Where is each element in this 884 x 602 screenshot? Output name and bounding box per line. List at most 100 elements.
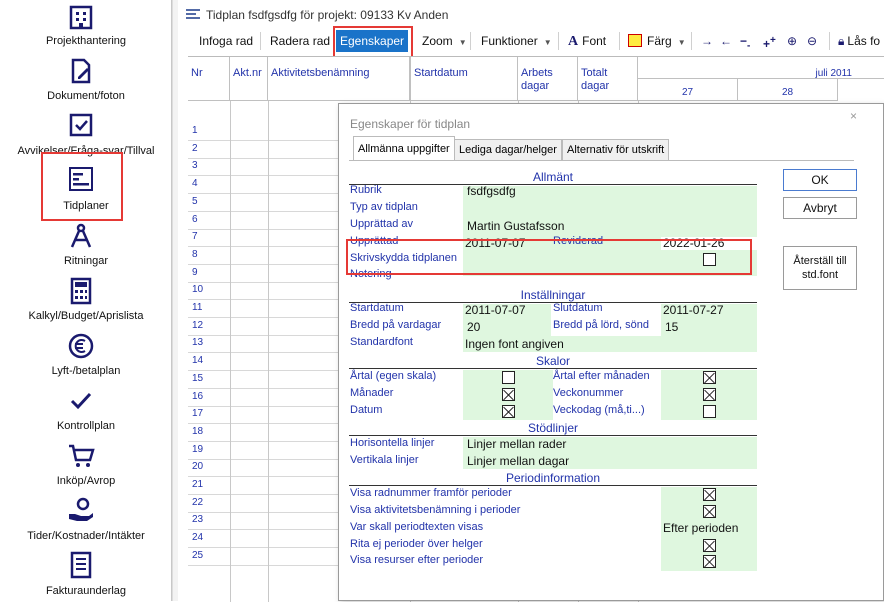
toolbar-separator bbox=[691, 32, 692, 50]
section-period-heading: Periodinformation bbox=[349, 470, 757, 486]
show-rownr-checkbox[interactable] bbox=[703, 488, 716, 501]
zoom-in-icon[interactable]: ⊕ bbox=[783, 30, 801, 52]
table-row[interactable]: 7 bbox=[188, 229, 338, 247]
end-date-field[interactable]: 2011-07-27 bbox=[663, 303, 724, 317]
close-icon[interactable]: × bbox=[850, 109, 857, 123]
text-position-label: Var skall periodtexten visas bbox=[350, 521, 484, 533]
delete-row-button[interactable]: Radera rad bbox=[266, 30, 334, 52]
document-edit-icon bbox=[71, 58, 91, 84]
weekday-checkbox[interactable] bbox=[703, 405, 716, 418]
table-row[interactable]: 11 bbox=[188, 300, 338, 318]
sidebar-scrollbar[interactable] bbox=[172, 0, 178, 601]
week-number-label: Veckonummer bbox=[553, 387, 624, 399]
year-scale-checkbox[interactable] bbox=[502, 371, 515, 384]
start-date-field[interactable]: 2011-07-07 bbox=[465, 303, 526, 317]
date-checkbox[interactable] bbox=[502, 405, 515, 418]
zoom-out-icon[interactable]: ⊖ bbox=[803, 30, 821, 52]
show-name-checkbox[interactable] bbox=[703, 505, 716, 518]
table-row[interactable]: 16 bbox=[188, 389, 338, 407]
table-row[interactable]: 13 bbox=[188, 335, 338, 353]
table-row[interactable]: 9 bbox=[188, 265, 338, 283]
sidebar: Projekthantering Dokument/foton Avvikels… bbox=[0, 0, 172, 601]
author-field[interactable]: Martin Gustafsson bbox=[467, 219, 564, 233]
created-field[interactable]: 2011-07-07 bbox=[465, 236, 526, 250]
year-after-label: Årtal efter månaden bbox=[553, 370, 650, 382]
vertical-lines-label: Vertikala linjer bbox=[350, 454, 419, 466]
table-row[interactable]: 8 bbox=[188, 247, 338, 265]
window-title: Tidplan fsdfgsdfg för projekt: 09133 Kv … bbox=[186, 8, 448, 22]
lock-button[interactable]: 🔒︎ Lås fo bbox=[834, 30, 884, 52]
show-resources-checkbox[interactable] bbox=[703, 555, 716, 568]
table-row[interactable]: 10 bbox=[188, 282, 338, 300]
color-dropdown[interactable]: Färg ▼ bbox=[624, 30, 690, 52]
table-row[interactable]: 5 bbox=[188, 194, 338, 212]
table-row[interactable]: 14 bbox=[188, 353, 338, 371]
months-label: Månader bbox=[350, 387, 394, 399]
vertical-lines-field[interactable]: Linjer mellan dagar bbox=[467, 454, 569, 468]
calculator-icon bbox=[70, 277, 92, 305]
arrow-left-icon[interactable]: ← bbox=[716, 30, 736, 52]
lock-label: Lås fo bbox=[847, 34, 881, 48]
arrow-right-icon[interactable]: → bbox=[697, 30, 717, 52]
font-button[interactable]: A Font bbox=[564, 30, 610, 52]
table-row[interactable]: 23 bbox=[188, 512, 338, 530]
table-row[interactable]: 22 bbox=[188, 495, 338, 513]
rubrik-label: Rubrik bbox=[350, 184, 382, 196]
insert-row-button[interactable]: Infoga rad bbox=[195, 30, 257, 52]
weekend-width-label: Bredd på lörd, sönd bbox=[553, 319, 650, 331]
chevron-down-icon: ▼ bbox=[543, 38, 552, 47]
cancel-button[interactable]: Avbryt bbox=[783, 197, 857, 219]
list-icon bbox=[186, 9, 200, 19]
invoice-icon bbox=[70, 551, 92, 579]
horizontal-lines-field[interactable]: Linjer mellan rader bbox=[467, 437, 566, 451]
table-row[interactable]: 24 bbox=[188, 530, 338, 548]
weekday-width-field[interactable]: 20 bbox=[467, 320, 480, 334]
toolbar-separator bbox=[411, 32, 412, 50]
color-label: Färg bbox=[647, 34, 672, 48]
write-protect-checkbox[interactable] bbox=[703, 253, 716, 266]
table-row[interactable]: 15 bbox=[188, 371, 338, 389]
table-row[interactable]: 20 bbox=[188, 459, 338, 477]
table-row[interactable]: 1 bbox=[188, 123, 338, 141]
no-holidays-checkbox[interactable] bbox=[703, 539, 716, 552]
revised-field[interactable]: 2022-01-26 bbox=[663, 236, 724, 250]
section-scales-heading: Skalor bbox=[349, 353, 757, 369]
table-row[interactable]: 21 bbox=[188, 477, 338, 495]
weekend-width-field[interactable]: 15 bbox=[665, 320, 678, 334]
table-row[interactable]: 25 bbox=[188, 548, 338, 566]
end-date-label: Slutdatum bbox=[553, 302, 603, 314]
tab-print-options[interactable]: Alternativ för utskrift bbox=[562, 139, 670, 160]
reset-font-button[interactable]: Återställ till std.font bbox=[783, 246, 857, 290]
show-resources-label: Visa resurser efter perioder bbox=[350, 554, 484, 566]
expand-icon[interactable]: ++ bbox=[759, 30, 780, 52]
properties-button[interactable]: Egenskaper bbox=[336, 30, 409, 52]
std-font-field[interactable]: Ingen font angiven bbox=[465, 337, 564, 351]
week-number-checkbox[interactable] bbox=[703, 388, 716, 401]
table-row[interactable]: 12 bbox=[188, 318, 338, 336]
table-row[interactable]: 17 bbox=[188, 406, 338, 424]
table-row[interactable]: 2 bbox=[188, 141, 338, 159]
table-row[interactable]: 4 bbox=[188, 176, 338, 194]
table-row[interactable]: 6 bbox=[188, 212, 338, 230]
header-akt-nr: Akt.nr bbox=[230, 57, 268, 101]
text-position-field[interactable]: Efter perioden bbox=[663, 521, 738, 535]
section-settings-heading: Inställningar bbox=[349, 287, 757, 303]
tab-free-days[interactable]: Lediga dagar/helger bbox=[454, 139, 562, 160]
created-label: Upprättad bbox=[350, 235, 399, 247]
font-label: Font bbox=[582, 34, 607, 48]
shrink-icon[interactable]: −- bbox=[736, 30, 754, 52]
zoom-dropdown[interactable]: Zoom ▼ bbox=[418, 30, 471, 52]
toolbar-separator bbox=[558, 32, 559, 50]
table-row[interactable]: 19 bbox=[188, 442, 338, 460]
year-after-checkbox[interactable] bbox=[703, 371, 716, 384]
table-row[interactable]: 18 bbox=[188, 424, 338, 442]
toolbar-separator bbox=[470, 32, 471, 50]
sidebar-item-label: Inköp/Avrop bbox=[56, 475, 116, 487]
functions-dropdown[interactable]: Funktioner ▼ bbox=[477, 30, 556, 52]
tab-general[interactable]: Allmänna uppgifter bbox=[353, 136, 455, 161]
ok-button[interactable]: OK bbox=[783, 169, 857, 191]
months-checkbox[interactable] bbox=[502, 388, 515, 401]
type-field[interactable] bbox=[463, 200, 757, 215]
table-row[interactable]: 3 bbox=[188, 158, 338, 176]
rubrik-field[interactable]: fsdfgsdfg bbox=[467, 184, 516, 198]
